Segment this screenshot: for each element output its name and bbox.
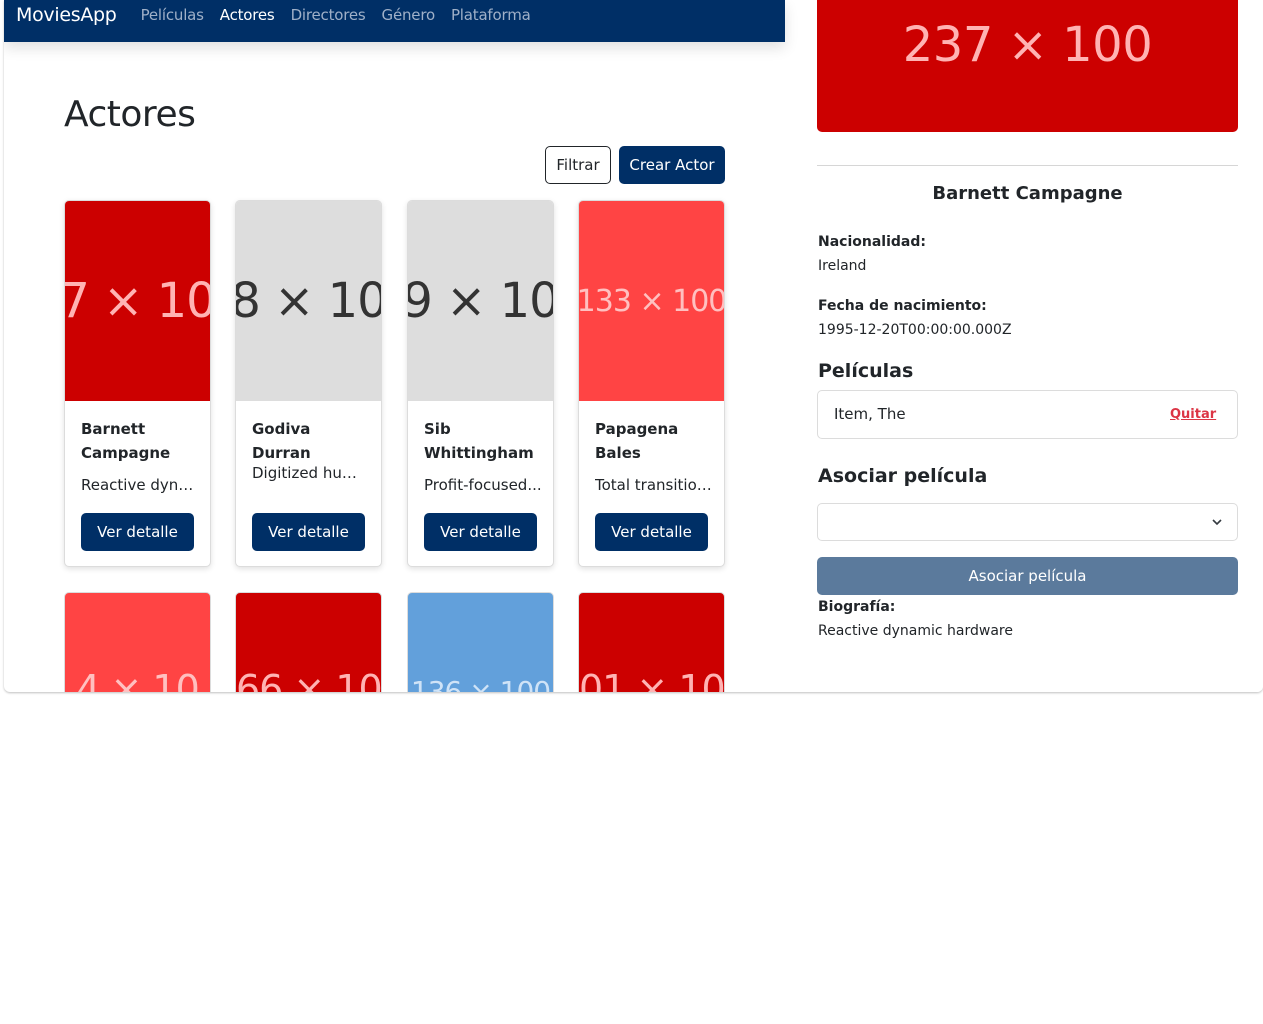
actor-image-placeholder: 7 × 10 <box>65 201 210 401</box>
create-actor-button[interactable]: Crear Actor <box>619 146 725 184</box>
actors-list-section: Actores Filtrar Crear Actor 7 × 10 Barne… <box>4 42 785 692</box>
chevron-down-icon <box>1212 519 1222 526</box>
associate-movie-heading: Asociar película <box>818 465 988 487</box>
divider <box>817 165 1238 166</box>
navbar: MoviesApp Películas Actores Directores G… <box>4 0 785 42</box>
actor-image-placeholder: 133 × 100 <box>579 201 724 401</box>
placeholder-text: 237 × 100 <box>902 17 1153 73</box>
nationality-label: Nacionalidad: <box>818 234 926 250</box>
placeholder-text: 9 × 10 <box>408 273 553 329</box>
view-detail-button[interactable]: Ver detalle <box>595 513 708 551</box>
remove-movie-link[interactable]: Quitar <box>1170 407 1216 422</box>
nav-item-actores[interactable]: Actores <box>220 2 275 28</box>
page-title: Actores <box>64 94 196 135</box>
nationality-value: Ireland <box>818 258 867 274</box>
brand-logo[interactable]: MoviesApp <box>16 2 117 28</box>
placeholder-text: 01 × 10 <box>579 667 725 692</box>
actor-card: 9 × 10 Sib Whittingham Profit-focused...… <box>407 200 554 567</box>
view-detail-button[interactable]: Ver detalle <box>424 513 537 551</box>
actor-card-image: 66 × 100 <box>235 592 382 692</box>
movies-heading: Películas <box>818 360 914 382</box>
view-detail-button[interactable]: Ver detalle <box>252 513 365 551</box>
nav-item-plataforma[interactable]: Plataforma <box>451 2 531 28</box>
movie-title: Item, The <box>834 405 906 423</box>
placeholder-text: 7 × 10 <box>65 273 210 329</box>
placeholder-text: 8 × 10 <box>236 273 381 329</box>
actor-card: 133 × 100 Papagena Bales Total transitio… <box>578 200 725 567</box>
actor-image-placeholder: 8 × 10 <box>236 201 381 401</box>
movie-select[interactable] <box>817 503 1238 541</box>
placeholder-text: 133 × 100 <box>579 283 724 319</box>
actor-card: 8 × 10 Godiva Durran Digitized human... … <box>235 200 382 567</box>
actor-card-image: 4 × 10 <box>64 592 211 692</box>
actor-card-image: 01 × 10 <box>578 592 725 692</box>
placeholder-text: 66 × 100 <box>236 667 382 692</box>
biography-value: Reactive dynamic hardware <box>818 623 1013 639</box>
actor-detail-name: Barnett Campagne <box>932 183 1123 204</box>
nav-item-peliculas[interactable]: Películas <box>141 2 204 28</box>
actor-name: Godiva Durran <box>252 420 311 462</box>
actor-description: Digitized human... <box>252 464 370 482</box>
actor-card: 7 × 10 Barnett Campagne Reactive dynamic… <box>64 200 211 567</box>
actor-name: Barnett Campagne <box>81 420 171 462</box>
birthdate-label: Fecha de nacimiento: <box>818 298 987 314</box>
filter-button[interactable]: Filtrar <box>545 146 611 184</box>
actor-description: Profit-focused... <box>424 476 542 494</box>
actor-detail-panel: 237 × 100 Barnett Campagne Nacionalidad:… <box>785 0 1263 692</box>
actor-description: Total transition... <box>595 476 713 494</box>
placeholder-text: 136 × 100 <box>410 675 551 692</box>
view-detail-button[interactable]: Ver detalle <box>81 513 194 551</box>
birthdate-value: 1995-12-20T00:00:00.000Z <box>818 322 1012 338</box>
actor-card-image: 136 × 100 <box>407 592 554 692</box>
actor-name: Papagena Bales <box>595 420 679 462</box>
associate-movie-button[interactable]: Asociar película <box>817 557 1238 595</box>
actor-image-placeholder: 9 × 10 <box>408 201 553 401</box>
actor-detail-image-placeholder: 237 × 100 <box>817 0 1238 132</box>
nav-item-directores[interactable]: Directores <box>291 2 366 28</box>
actor-name: Sib Whittingham <box>424 420 534 462</box>
biography-label: Biografía: <box>818 599 896 615</box>
placeholder-text: 4 × 10 <box>76 667 200 692</box>
movie-list-item: Item, The Quitar <box>817 390 1238 439</box>
app-window: MoviesApp Películas Actores Directores G… <box>4 0 1263 692</box>
actor-description: Reactive dynamic hardware <box>81 476 199 494</box>
nav-item-genero[interactable]: Género <box>382 2 436 28</box>
